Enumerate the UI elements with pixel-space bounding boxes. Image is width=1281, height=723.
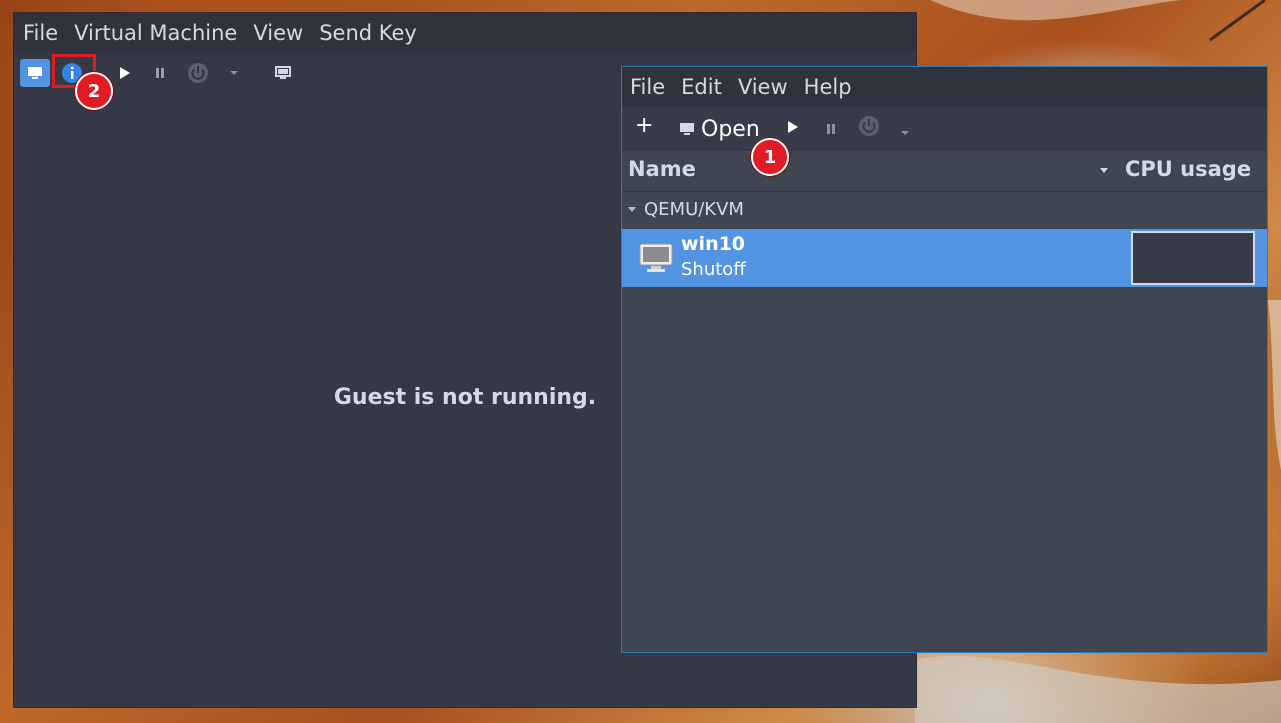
new-vm-button[interactable]: + — [635, 113, 653, 138]
manager-menubar: File Edit View Help — [622, 67, 1267, 107]
power-icon — [188, 63, 208, 83]
console-menubar: File Virtual Machine View Send Key — [14, 13, 916, 53]
expander-chevron-down-icon[interactable] — [627, 206, 637, 214]
pause-icon — [827, 124, 835, 134]
connection-group-qemu-kvm[interactable]: QEMU/KVM — [622, 193, 1267, 227]
name-column-header[interactable]: Name — [628, 157, 696, 181]
run-button[interactable] — [109, 59, 139, 87]
step-2-badge: 2 — [75, 72, 113, 110]
console-menu-send-key[interactable]: Send Key — [311, 13, 425, 53]
console-menu-view[interactable]: View — [245, 13, 311, 53]
play-icon — [120, 67, 130, 79]
pause-button[interactable] — [145, 59, 175, 87]
console-menu-file[interactable]: File — [14, 13, 66, 53]
open-button-label: Open — [701, 116, 760, 142]
manager-menu-help[interactable]: Help — [796, 67, 860, 107]
step-1-badge: 1 — [751, 138, 789, 176]
vm-monitor-icon — [639, 243, 673, 272]
manager-toolbar: + Open — [622, 107, 1267, 151]
console-menu-virtual-machine[interactable]: Virtual Machine — [66, 13, 245, 53]
chevron-down-icon — [230, 71, 238, 75]
manager-menu-edit[interactable]: Edit — [673, 67, 730, 107]
shutdown-button[interactable] — [858, 115, 880, 141]
monitor-icon — [28, 67, 42, 79]
power-icon — [859, 116, 879, 136]
show-console-button[interactable] — [20, 59, 50, 87]
vm-list-area — [622, 287, 1267, 652]
screenshot-icon — [275, 66, 291, 79]
vm-row-win10[interactable]: win10 Shutoff — [622, 229, 1267, 287]
pause-button[interactable] — [825, 120, 837, 139]
connection-label: QEMU/KVM — [644, 199, 744, 220]
open-button[interactable]: Open — [679, 113, 760, 145]
manager-menu-file[interactable]: File — [622, 67, 673, 107]
sort-chevron-down-icon[interactable] — [1098, 167, 1110, 175]
shutdown-menu-button[interactable] — [899, 122, 911, 141]
virt-manager-window: File Edit View Help + Open Name CPU usag… — [621, 66, 1268, 653]
chevron-down-icon — [901, 131, 909, 135]
cpu-usage-graph — [1131, 231, 1255, 285]
play-icon — [788, 121, 798, 133]
run-button[interactable] — [785, 119, 799, 138]
shutdown-menu-button[interactable] — [219, 59, 249, 87]
manager-menu-view[interactable]: View — [730, 67, 796, 107]
pause-icon — [156, 68, 164, 78]
vm-list-header: Name CPU usage — [622, 151, 1267, 192]
vm-state: Shutoff — [681, 259, 746, 280]
cpu-usage-column-header[interactable]: CPU usage — [1125, 157, 1251, 181]
vm-name: win10 — [681, 233, 746, 255]
monitor-icon — [680, 123, 694, 135]
screenshot-button[interactable] — [268, 59, 298, 87]
shutdown-button[interactable] — [183, 59, 213, 87]
